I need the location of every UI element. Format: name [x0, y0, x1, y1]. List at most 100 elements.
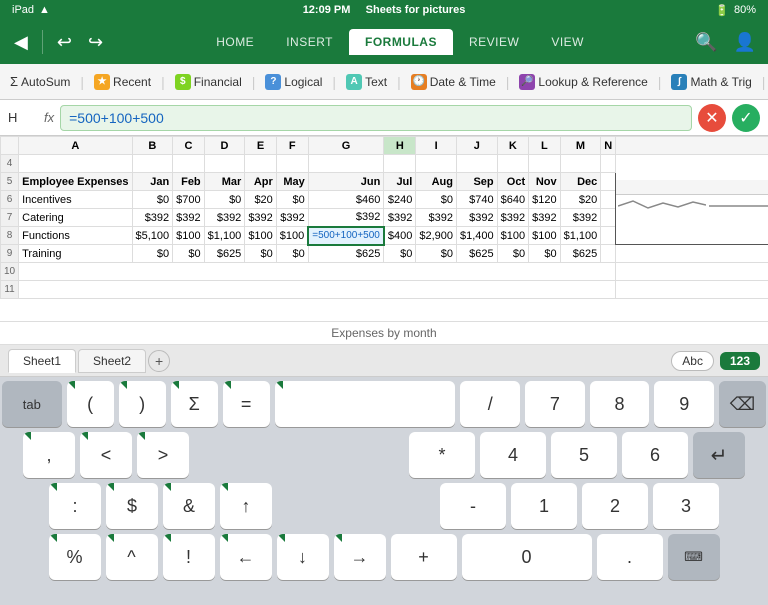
open-paren-key[interactable]: ( [67, 381, 114, 427]
key-9[interactable]: 9 [654, 381, 714, 427]
key-4[interactable]: 4 [480, 432, 546, 478]
tab-review[interactable]: REVIEW [453, 29, 535, 55]
key-asterisk[interactable]: * [409, 432, 475, 478]
sheet-tab-1[interactable]: Sheet1 [8, 349, 76, 373]
key-slash[interactable]: / [460, 381, 520, 427]
text-button[interactable]: A Text [342, 72, 391, 92]
sheet-tab-2[interactable]: Sheet2 [78, 349, 146, 373]
col-header-g: G [308, 137, 384, 155]
add-sheet-button[interactable]: + [148, 350, 170, 372]
account-button[interactable]: 👤 [730, 28, 760, 57]
recent-button[interactable]: ★ Recent [90, 72, 155, 92]
key-6[interactable]: 6 [622, 432, 688, 478]
key-7[interactable]: 7 [525, 381, 585, 427]
less-than-key[interactable]: < [80, 432, 132, 478]
back-button[interactable]: ◀ [8, 28, 34, 57]
col-header-l: L [529, 137, 560, 155]
slash-key[interactable] [275, 381, 456, 427]
tab-home[interactable]: HOME [200, 29, 270, 55]
trend-chart-2 [709, 197, 768, 215]
fx-label: fx [44, 110, 54, 125]
undo-button[interactable]: ↩ [51, 28, 78, 57]
datetime-icon: 🕐 [411, 74, 427, 90]
logical-button[interactable]: ? Logical [261, 72, 326, 92]
table-row: 11 [1, 281, 768, 299]
financial-icon: $ [175, 74, 191, 90]
keyboard-row-4: % ^ ! ← ↓ → + 0 . ⌨ [2, 534, 766, 580]
percent-key[interactable]: % [49, 534, 101, 580]
redo-button[interactable]: ↪ [82, 28, 109, 57]
tab-formulas[interactable]: FORMULAS [349, 29, 453, 55]
key-dot[interactable]: . [597, 534, 663, 580]
window-title: Sheets for pictures [366, 4, 466, 16]
table-row: 10 [1, 263, 768, 281]
col-header-c: C [173, 137, 204, 155]
col-header-m: M [560, 137, 601, 155]
trend-chart-1 [618, 197, 706, 215]
sheet-tabs: Sheet1 Sheet2 + Abc 123 [0, 345, 768, 377]
key-plus[interactable]: + [391, 534, 457, 580]
mathtrig-button[interactable]: ∫ Math & Trig [667, 72, 755, 92]
col-header-e: E [245, 137, 276, 155]
autosum-button[interactable]: Σ AutoSum [6, 72, 74, 91]
search-button[interactable]: 🔍 [691, 28, 721, 57]
toolbar-divider [42, 30, 43, 54]
col-header-f: F [276, 137, 308, 155]
sigma-key[interactable]: Σ [171, 381, 218, 427]
logical-icon: ? [265, 74, 281, 90]
tab-insert[interactable]: INSERT [270, 29, 349, 55]
num-mode-button[interactable]: 123 [720, 352, 760, 370]
cell-reference: H [8, 110, 38, 125]
key-1[interactable]: 1 [511, 483, 577, 529]
colon-key[interactable]: : [49, 483, 101, 529]
key-8[interactable]: 8 [590, 381, 650, 427]
col-header-i: I [416, 137, 457, 155]
abc-mode-button[interactable]: Abc [671, 351, 714, 371]
keyboard-row-3: : $ & ↑ - 1 2 3 [2, 483, 766, 529]
right-arrow-key[interactable]: → [334, 534, 386, 580]
recent-icon: ★ [94, 74, 110, 90]
battery-icon: 🔋 [715, 4, 729, 17]
financial-button[interactable]: $ Financial [171, 72, 246, 92]
corner-cell [1, 137, 19, 155]
lookup-icon: 🔎 [519, 74, 535, 90]
datetime-button[interactable]: 🕐 Date & Time [407, 72, 500, 92]
tab-view[interactable]: VIEW [535, 29, 600, 55]
col-header-a: A [19, 137, 132, 155]
keyboard: tab ( ) Σ = / 7 8 9 ⌫ , < > * 4 5 6 ↵ : … [0, 377, 768, 605]
carrier-label: iPad [12, 4, 34, 16]
greater-than-key[interactable]: > [137, 432, 189, 478]
key-minus[interactable]: - [440, 483, 506, 529]
lookup-button[interactable]: 🔎 Lookup & Reference [515, 72, 651, 92]
backspace-key[interactable]: ⌫ [719, 381, 766, 427]
formula-cancel-button[interactable]: ✕ [698, 104, 726, 132]
comma-key[interactable]: , [23, 432, 75, 478]
ampersand-key[interactable]: & [163, 483, 215, 529]
down-arrow-key[interactable]: ↓ [277, 534, 329, 580]
keyboard-row-1: tab ( ) Σ = / 7 8 9 ⌫ [2, 381, 766, 427]
row-num: 4 [1, 155, 19, 173]
keyboard-hide-key[interactable]: ⌨ [668, 534, 720, 580]
col-header-j: J [457, 137, 498, 155]
equals-key[interactable]: = [223, 381, 270, 427]
enter-key[interactable]: ↵ [693, 432, 745, 478]
key-5[interactable]: 5 [551, 432, 617, 478]
caret-key[interactable]: ^ [106, 534, 158, 580]
sheet-table: A B C D E F G H I J K L M N O [0, 136, 768, 299]
key-3[interactable]: 3 [653, 483, 719, 529]
col-header-o: O [616, 137, 768, 155]
exclaim-key[interactable]: ! [163, 534, 215, 580]
trends-chart-cell: Trends [616, 155, 768, 245]
col-header-n: N [601, 137, 616, 155]
spreadsheet-area: A B C D E F G H I J K L M N O [0, 136, 768, 321]
formula-confirm-button[interactable]: ✓ [732, 104, 760, 132]
dollar-key[interactable]: $ [106, 483, 158, 529]
key-2[interactable]: 2 [582, 483, 648, 529]
key-0[interactable]: 0 [462, 534, 592, 580]
col-header-h: H [384, 137, 416, 155]
left-arrow-key[interactable]: ← [220, 534, 272, 580]
tab-key[interactable]: tab [2, 381, 62, 427]
formula-input[interactable] [60, 105, 692, 131]
close-paren-key[interactable]: ) [119, 381, 166, 427]
up-arrow-key[interactable]: ↑ [220, 483, 272, 529]
